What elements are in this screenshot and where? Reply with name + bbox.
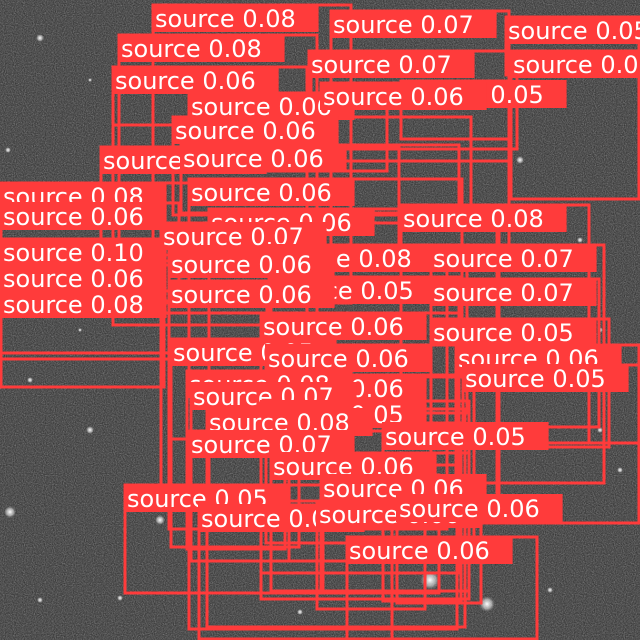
detection-label: source 0.06 [3, 265, 144, 293]
detection-label: source 0.08 [403, 205, 544, 233]
detection-label: source 0.08 [121, 35, 262, 63]
detection-label: source 0.08 [3, 291, 144, 319]
detection-label: source 0.07 [433, 279, 574, 307]
detection-image: source 0.08 source 0.07 source 0.05 source … [0, 0, 640, 640]
detection-label: source 0.06 [399, 495, 540, 523]
detection-label: source 0.07 [333, 11, 474, 39]
detection-label: source 0.05 [465, 365, 606, 393]
detection-label: source 0.06 [171, 281, 312, 309]
detection-label: source 0.06 [268, 345, 409, 373]
detection-label: source 0.05 [385, 423, 526, 451]
detection-label: source 0.05 [433, 319, 574, 347]
detection-label: source 0.05 [513, 51, 640, 79]
detection-label: source 0.06 [3, 203, 144, 231]
detection-label: source 0.06 [263, 313, 404, 341]
detection-label: source 0.07 [433, 245, 574, 273]
detection-label: source 0.06 [191, 179, 332, 207]
detection-label: source 0.10 [3, 239, 144, 267]
detection-label: source 0.05 [508, 17, 640, 45]
detection-label: source 0.06 [115, 67, 256, 95]
detection-label: source 0.06 [349, 537, 490, 565]
detection-labels: source 0.08 source 0.07 source 0.05 source … [0, 4, 640, 565]
detection-overlay: source 0.08 source 0.07 source 0.05 source … [0, 3, 640, 640]
detection-label: source 0.06 [175, 117, 316, 145]
detection-label: source 0.06 [323, 83, 464, 111]
detection-label: source 0.06 [183, 145, 324, 173]
detection-label: source 0.06 [171, 251, 312, 279]
detection-label: source 0.08 [155, 5, 296, 33]
detection-label: source 0.07 [311, 51, 452, 79]
